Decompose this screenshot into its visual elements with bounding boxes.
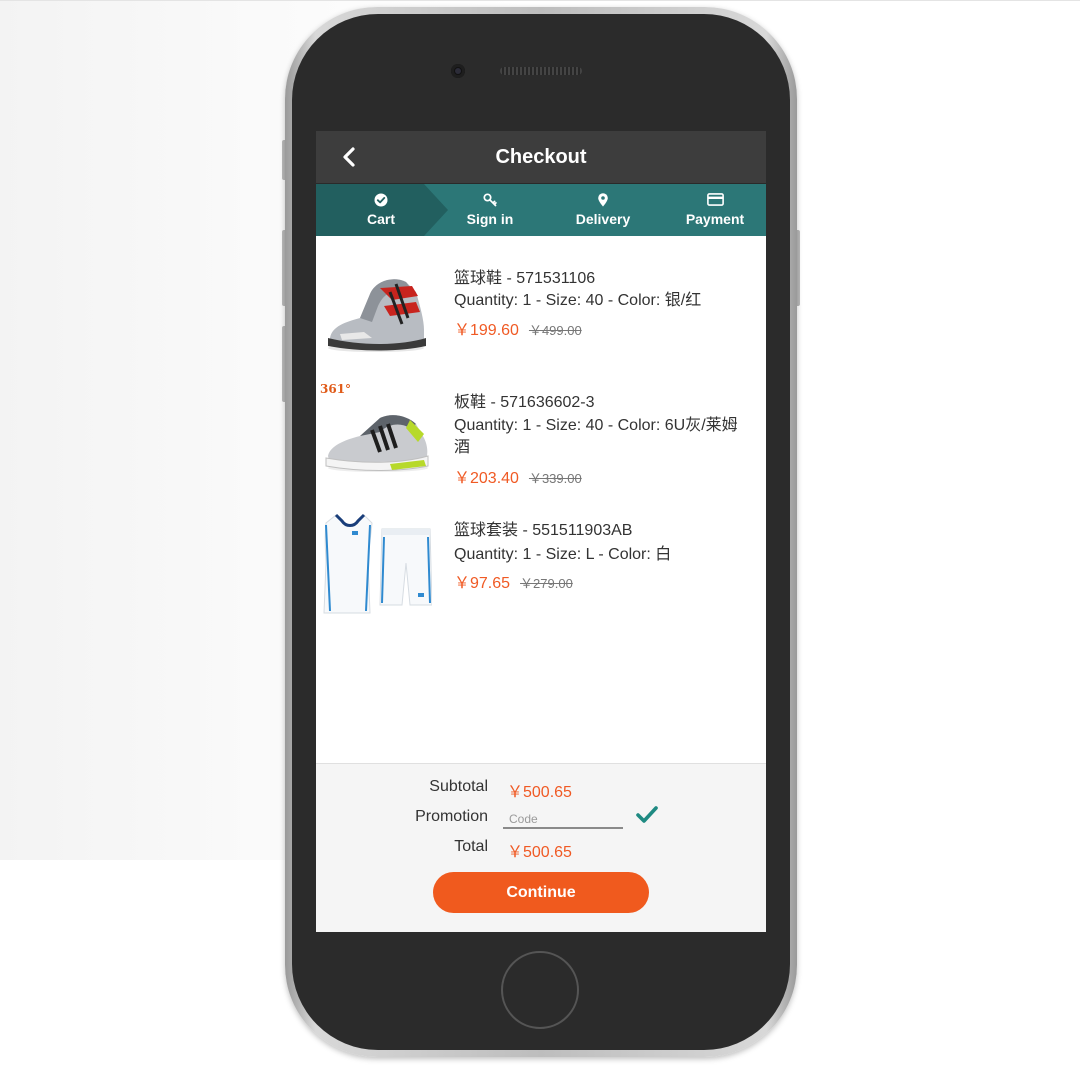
key-icon bbox=[483, 193, 497, 207]
sale-price: ￥199.60 bbox=[454, 322, 519, 339]
map-pin-icon bbox=[598, 193, 608, 207]
step-cart[interactable]: Cart bbox=[325, 184, 437, 236]
earpiece-speaker bbox=[500, 67, 582, 75]
subtotal-value: ￥500.65 bbox=[507, 784, 572, 801]
home-button[interactable] bbox=[501, 951, 579, 1029]
product-options: Quantity: 1 - Size: L - Color: 白 bbox=[454, 546, 672, 563]
total-label: Total bbox=[454, 838, 488, 855]
credit-card-icon bbox=[706, 193, 724, 206]
order-summary: Subtotal ￥500.65 Promotion Total ￥500.65… bbox=[316, 763, 766, 932]
sale-price: ￥203.40 bbox=[454, 470, 519, 487]
product-image-basketball-shoe bbox=[328, 279, 426, 352]
check-circle-icon bbox=[374, 193, 388, 207]
product-image-basketball-uniform bbox=[323, 513, 432, 614]
price-row: ￥199.60 ￥499.00 bbox=[454, 316, 582, 340]
promo-code-input[interactable] bbox=[503, 807, 623, 829]
continue-button[interactable]: Continue bbox=[433, 872, 649, 913]
subtotal-label: Subtotal bbox=[429, 778, 488, 795]
original-price: ￥499.00 bbox=[528, 323, 582, 338]
checkmark-icon[interactable] bbox=[636, 804, 658, 824]
product-name: 篮球鞋 - 571531106 bbox=[454, 270, 596, 287]
step-label: Sign in bbox=[466, 211, 514, 227]
navigation-bar: Checkout bbox=[316, 131, 766, 184]
front-camera bbox=[451, 64, 465, 78]
price-row: ￥203.40 ￥339.00 bbox=[454, 464, 582, 488]
step-delivery[interactable]: Delivery bbox=[547, 184, 659, 236]
promotion-label: Promotion bbox=[415, 808, 488, 825]
original-price: ￥339.00 bbox=[528, 471, 582, 486]
product-image-skate-shoe bbox=[325, 415, 429, 472]
step-label: Delivery bbox=[575, 211, 631, 227]
product-options: Quantity: 1 - Size: 40 - Color: 银/红 bbox=[454, 292, 702, 309]
step-payment[interactable]: Payment bbox=[659, 184, 766, 236]
step-label: Cart bbox=[366, 211, 395, 227]
original-price: ￥279.00 bbox=[520, 576, 573, 591]
step-sign-in[interactable]: Sign in bbox=[434, 184, 546, 236]
app-screen: Checkout Cart Sign in Delivery Payment 篮… bbox=[316, 131, 766, 932]
product-name: 板鞋 - 571636602-3 bbox=[454, 394, 595, 411]
product-options: Quantity: 1 - Size: 40 - Color: 6U灰/莱姆酒 bbox=[454, 417, 738, 456]
page-title: Checkout bbox=[495, 146, 587, 168]
product-name: 篮球套装 - 551511903AB bbox=[454, 522, 633, 539]
checkout-steps: Cart Sign in Delivery Payment bbox=[316, 184, 766, 236]
step-label: Payment bbox=[685, 211, 745, 227]
price-row: ￥97.65 ￥279.00 bbox=[454, 569, 573, 593]
top-divider bbox=[0, 0, 1080, 1]
total-value: ￥500.65 bbox=[507, 844, 572, 861]
sale-price: ￥97.65 bbox=[454, 575, 511, 592]
